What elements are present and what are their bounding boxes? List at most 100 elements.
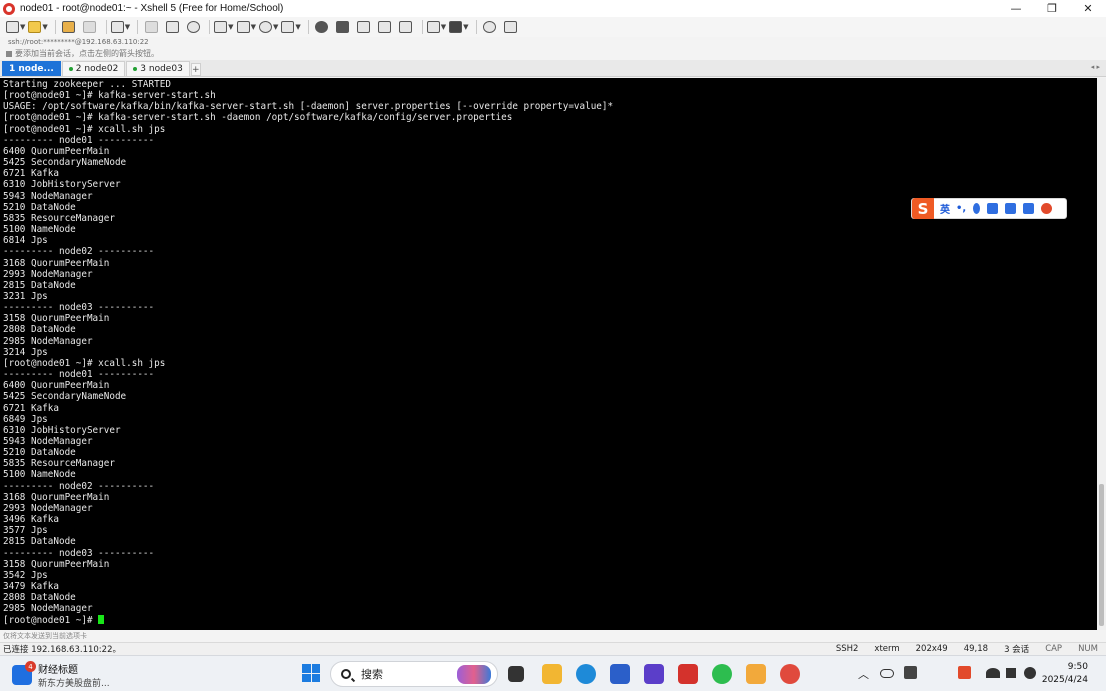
new-tab-button[interactable]: +	[190, 63, 201, 76]
file-explorer-icon[interactable]	[542, 664, 562, 684]
power-icon[interactable]	[1024, 667, 1036, 679]
new-session-button[interactable]: ▼	[6, 19, 25, 35]
reconnect-button[interactable]	[60, 19, 78, 35]
session-hint: 要添加当前会话，点击左侧的箭头按钮。	[0, 47, 1106, 60]
terminal-line: 3479 Kafka	[3, 581, 59, 593]
tab-scroll-icon[interactable]: ◂ ▸	[1091, 63, 1100, 71]
keyboard-button[interactable]	[397, 19, 415, 35]
system-clock[interactable]: 9:50 2025/4/24	[1042, 661, 1088, 687]
widget-text: 财经标题 新东方美股盘前...	[38, 661, 110, 689]
edge-icon[interactable]	[576, 664, 596, 684]
connected-dot-icon	[133, 67, 138, 71]
compose-bar[interactable]: 仅将文本发送到当前选项卡	[0, 630, 1106, 642]
xshell-taskbar-icon[interactable]	[780, 664, 800, 684]
script-icon	[336, 21, 350, 33]
tab-node03[interactable]: 3 node03	[126, 61, 190, 76]
transfer-icon	[236, 21, 250, 33]
windows-logo-icon	[311, 664, 320, 673]
find-button[interactable]	[184, 19, 202, 35]
lock-button[interactable]	[376, 19, 394, 35]
copy-button[interactable]	[142, 19, 160, 35]
start-button[interactable]	[302, 664, 320, 682]
print-icon	[214, 21, 228, 33]
terminal-type: xterm	[874, 644, 900, 654]
terminal-line: 2993 NodeManager	[3, 268, 93, 280]
terminal-line: --------- node02 ----------	[3, 246, 155, 258]
terminal-line: 5835 ResourceManager	[3, 458, 115, 470]
task-view-icon[interactable]	[508, 666, 524, 682]
taskbar-search[interactable]: 搜索	[330, 661, 498, 687]
speaker-muted-icon[interactable]	[1006, 668, 1016, 678]
copy-icon	[144, 21, 158, 33]
xftp-button[interactable]	[313, 19, 331, 35]
terminal-line: 6400 QuorumPeerMain	[3, 380, 110, 392]
wifi-icon[interactable]	[986, 668, 1000, 678]
status-bar: 已连接 192.168.63.110:22。 SSH2 xterm 202x49…	[0, 642, 1106, 655]
skin-icon[interactable]	[1005, 203, 1017, 214]
open-folder-button[interactable]: ▼	[28, 19, 48, 35]
terminal-line: 2815 DataNode	[3, 536, 76, 548]
paste-button[interactable]	[163, 19, 181, 35]
chevron-down-icon: ▼	[228, 23, 234, 31]
xshell-window: node01 - root@node01:~ - Xshell 5 (Free …	[0, 0, 1106, 691]
chevron-down-icon: ▼	[463, 23, 469, 31]
cloud-icon[interactable]	[880, 669, 894, 678]
sync-icon[interactable]	[904, 666, 917, 679]
terminal-line: Starting zookeeper ... STARTED	[3, 79, 171, 90]
terminal-prompt-line[interactable]: [root@node01 ~]#	[3, 614, 1097, 626]
layout-icon	[449, 21, 463, 33]
close-button[interactable]: ✕	[1070, 0, 1106, 17]
sogou-tray-icon[interactable]	[958, 666, 971, 679]
tab-node01[interactable]: 1 node...	[2, 61, 61, 76]
properties-button[interactable]: ▼	[110, 19, 130, 35]
avatar-icon[interactable]	[1041, 203, 1053, 214]
fullscreen-button[interactable]	[355, 19, 373, 35]
add-button[interactable]: ▼	[426, 19, 446, 35]
clock-date: 2025/4/24	[1041, 675, 1088, 685]
news-widget[interactable]: 4 财经标题 新东方美股盘前...	[12, 661, 110, 689]
windows-logo-icon	[302, 673, 311, 682]
wechat-icon[interactable]	[712, 664, 732, 684]
terminal-line: 5100 NameNode	[3, 469, 76, 481]
address-bar[interactable]: ssh://root:*********@192.168.63.110:22	[0, 37, 1106, 47]
store-icon[interactable]	[610, 664, 630, 684]
sogou-logo-icon[interactable]: S	[912, 198, 934, 219]
app-icon[interactable]	[746, 664, 766, 684]
ime-punctuation-toggle[interactable]: •,	[956, 203, 966, 214]
layout-button[interactable]: ▼	[449, 19, 469, 35]
tab-node02[interactable]: 2 node02	[61, 61, 126, 76]
help-button[interactable]	[481, 19, 499, 35]
search-highlight-icon	[457, 665, 491, 684]
globe-button[interactable]: ▼	[258, 19, 278, 35]
terminal-line: 5425 SecondaryNameNode	[3, 391, 127, 403]
transfer-button[interactable]: ▼	[236, 19, 256, 35]
ime-language-toggle[interactable]: 英	[940, 201, 950, 216]
mic-icon[interactable]	[973, 203, 981, 214]
session-count: 3 会话	[1004, 645, 1030, 655]
script-button[interactable]	[334, 19, 352, 35]
scrollbar-thumb[interactable]	[1099, 484, 1104, 626]
minimize-button[interactable]: —	[998, 0, 1034, 17]
protocol-status: SSH2	[835, 644, 859, 654]
windows-logo-icon	[302, 664, 311, 673]
terminal-output[interactable]: Starting zookeeper ... STARTED [root@node…	[0, 78, 1097, 630]
wps-icon[interactable]	[678, 664, 698, 684]
ime-toolbar[interactable]: S 英 •,	[911, 198, 1067, 219]
restore-button[interactable]: ❐	[1034, 0, 1070, 17]
chat-button[interactable]	[502, 19, 520, 35]
visual-studio-icon[interactable]	[644, 664, 664, 684]
terminal-scrollbar[interactable]	[1097, 78, 1106, 630]
toolbar-divider	[307, 20, 309, 34]
font-button[interactable]: ▼	[281, 19, 301, 35]
plus-icon	[426, 21, 440, 33]
terminal-line: 6400 QuorumPeerMain	[3, 145, 110, 157]
show-hidden-icons[interactable]: ︿	[858, 666, 869, 682]
title-bar[interactable]: node01 - root@node01:~ - Xshell 5 (Free …	[0, 0, 1106, 17]
toolbox-icon[interactable]	[1023, 203, 1035, 214]
arrow-icon[interactable]	[6, 50, 12, 57]
print-button[interactable]: ▼	[214, 19, 234, 35]
windows-taskbar: 4 财经标题 新东方美股盘前... 搜索 ︿ 9:50 2025/4/24	[0, 655, 1106, 691]
keyboard-icon[interactable]	[987, 203, 999, 214]
help-icon	[483, 21, 497, 33]
disconnect-button[interactable]	[81, 19, 99, 35]
